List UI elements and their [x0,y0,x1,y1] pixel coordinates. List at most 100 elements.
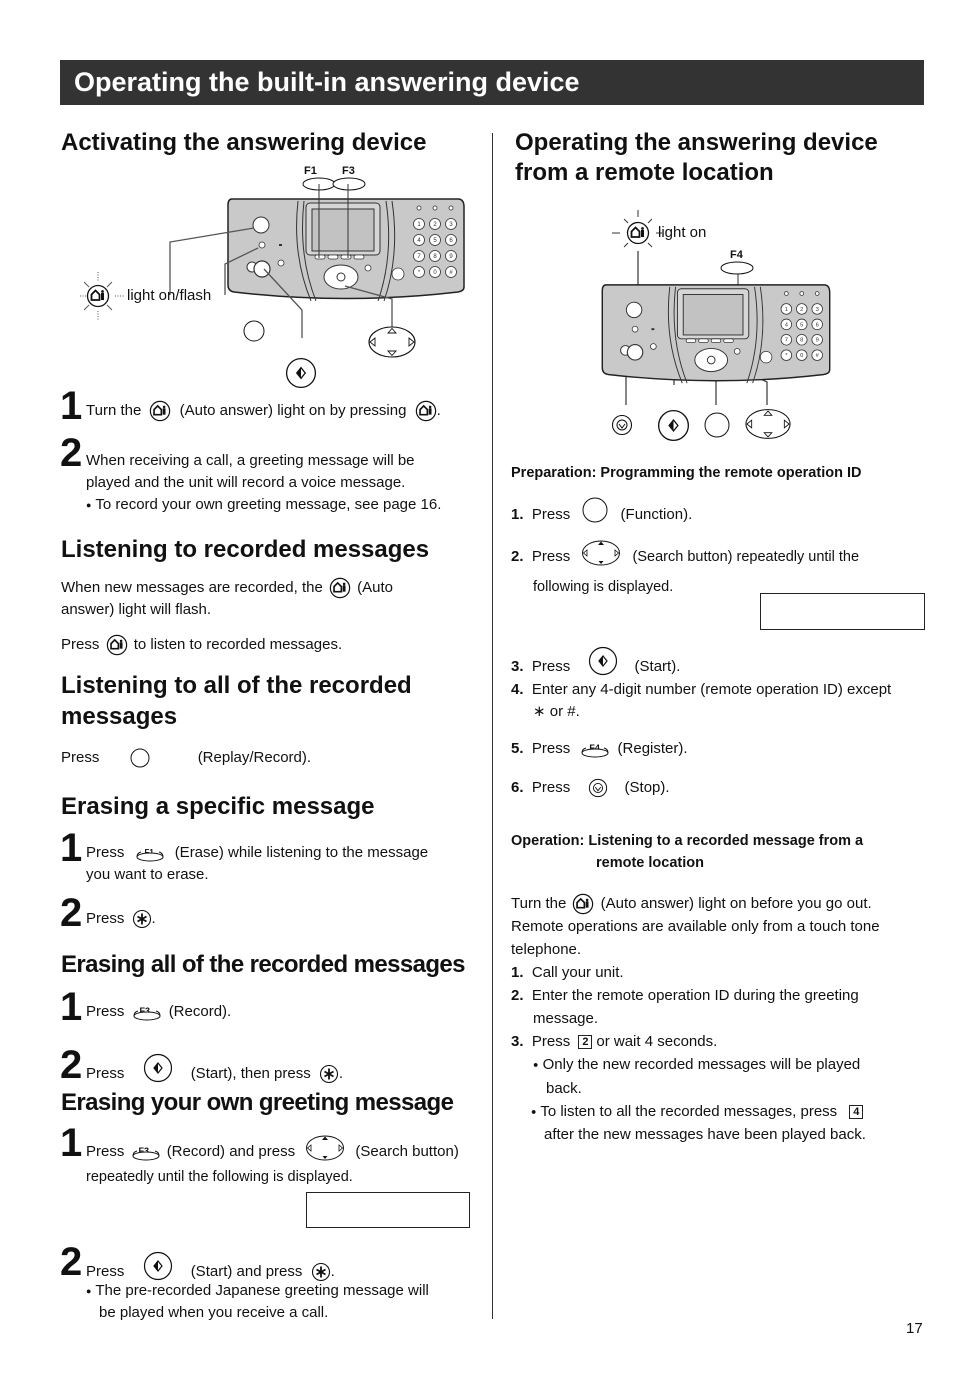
step-number: 3. [511,1033,524,1051]
listening-all-paragraph: Press (Replay/Record). [61,747,311,769]
step-text: . [436,402,441,419]
stop-icon [588,778,608,798]
prep-step-2-cont: following is displayed. [533,579,674,595]
step-text: Press [531,1033,571,1051]
page-title: Operating the built-in answering device [60,60,924,105]
step-text: Press [531,505,571,523]
step-text: (Start). [634,657,681,675]
step-number: 5. [511,740,524,757]
step-number: 2 [60,891,83,935]
replay-record-icon[interactable] [243,320,265,342]
start-icon[interactable] [657,409,690,442]
step-text: (Erase) while listening to the message [174,844,429,861]
step-text: (Search button) repeatedly until the [632,548,860,565]
step-number: 1. [511,505,524,523]
step-number: 2 [60,1043,83,1087]
erase-greeting-step1: Press F3 (Record) and press (Search butt… [86,1138,459,1188]
start-icon[interactable] [285,357,317,389]
step-number: 1 [60,985,83,1029]
auto-answer-icon [329,577,351,599]
prep-step-5: 5. Press F4 (Register). [511,738,688,760]
paragraph-text: Press [61,636,100,653]
display-box [760,593,925,630]
heading-remote-2: from a remote location [515,159,774,186]
prep-step-1: 1. Press (Function). [511,497,692,528]
f3-key-icon: F3 [131,1143,161,1161]
f4-key-icon: F4 [580,740,610,758]
activating-step1: Turn the (Auto answer) light on by press… [86,400,441,422]
operation-intro: Turn the (Auto answer) light on before y… [511,892,931,1146]
step-text: . [338,1064,344,1082]
stop-icon[interactable] [611,414,633,436]
function-button-icon[interactable] [704,412,730,438]
page-number: 17 [906,1320,923,1337]
preparation-heading: Preparation: Programming the remote oper… [511,465,862,481]
callout-light-on: light on [658,224,707,241]
bullet-text: To listen to all the recorded messages, … [540,1102,838,1120]
bullet-text: back. [546,1079,582,1097]
auto-answer-icon [106,634,128,656]
step-text: . [151,910,156,927]
activating-step2: When receiving a call, a greeting messag… [86,450,441,516]
auto-answer-icon[interactable] [86,284,110,308]
step-text: Press [86,1064,125,1082]
heading-listening: Listening to recorded messages [61,536,430,563]
auto-answer-icon[interactable] [626,221,650,245]
operation-heading-2: remote location [596,855,704,871]
step-text: Enter any 4-digit number (remote operati… [531,681,892,698]
bullet-text: Only the new recorded messages will be p… [542,1056,861,1074]
column-divider [492,133,493,1319]
paragraph-text: to listen to recorded messages. [133,636,343,653]
function-button-icon [582,497,608,523]
search-button-icon[interactable] [367,325,417,359]
step-text: played and the unit will record a voice … [86,474,406,491]
step-text: (Start) and press [190,1262,303,1280]
start-icon [143,1251,173,1281]
step-text: Press [86,844,125,861]
step-number: 1 [60,384,83,428]
step-number: 1 [60,826,83,870]
step-text: or wait 4 seconds. [596,1033,718,1051]
step-number: 4. [511,681,524,698]
step-text: When receiving a call, a greeting messag… [86,452,415,469]
search-button-icon [580,539,622,567]
search-button-icon [305,1134,345,1162]
key-4-icon: 4 [849,1104,864,1119]
step-text: Turn the [86,402,142,419]
step-text: (Register). [617,740,688,757]
step-text: Press [531,547,571,565]
f4-key-icon[interactable] [720,261,756,275]
prep-step-2: 2. Press (Search button) repeatedly unti… [511,543,859,571]
auto-answer-icon [415,400,437,422]
step-number: 3. [511,657,524,675]
f4-key-label: F4 [730,249,743,261]
step-text: Press [86,910,125,927]
key-2-icon: 2 [578,1035,593,1050]
step-text: Press [531,740,571,757]
erase-specific-step1: Press F1 (Erase) while listening to the … [86,842,428,886]
callout-light-on-flash: light on/flash [127,287,212,304]
listening-paragraph-2: Press to listen to recorded messages. [61,634,342,656]
step-text: Press [86,1262,125,1280]
display-box [306,1192,470,1228]
operation-heading-1: Operation: Listening to a recorded messa… [511,833,864,849]
heading-activating: Activating the answering device [61,129,427,156]
search-button-icon[interactable] [744,407,792,441]
heading-erase-specific: Erasing a specific message [61,793,375,820]
heading-listening-all-2: messages [61,703,178,730]
paragraph-text: Turn the [511,895,567,912]
paragraph-text: When new messages are recorded, the [61,579,323,596]
heading-remote-1: Operating the answering device [515,129,878,156]
step-text: ∗ or #. [533,703,580,720]
f3-key-icon: F3 [132,1003,162,1021]
start-icon [143,1053,173,1083]
prep-step-3: 3. Press (Start). [511,652,680,682]
listening-paragraph-1: When new messages are recorded, the (Aut… [61,577,481,621]
step-text: . [330,1262,335,1280]
step-number: 1. [511,964,524,982]
step-number: 6. [511,779,524,796]
step-text: Press [86,1003,125,1020]
step-text: you want to erase. [86,866,209,883]
paragraph-text: answer) light will flash. [61,601,212,619]
start-icon [588,646,618,676]
